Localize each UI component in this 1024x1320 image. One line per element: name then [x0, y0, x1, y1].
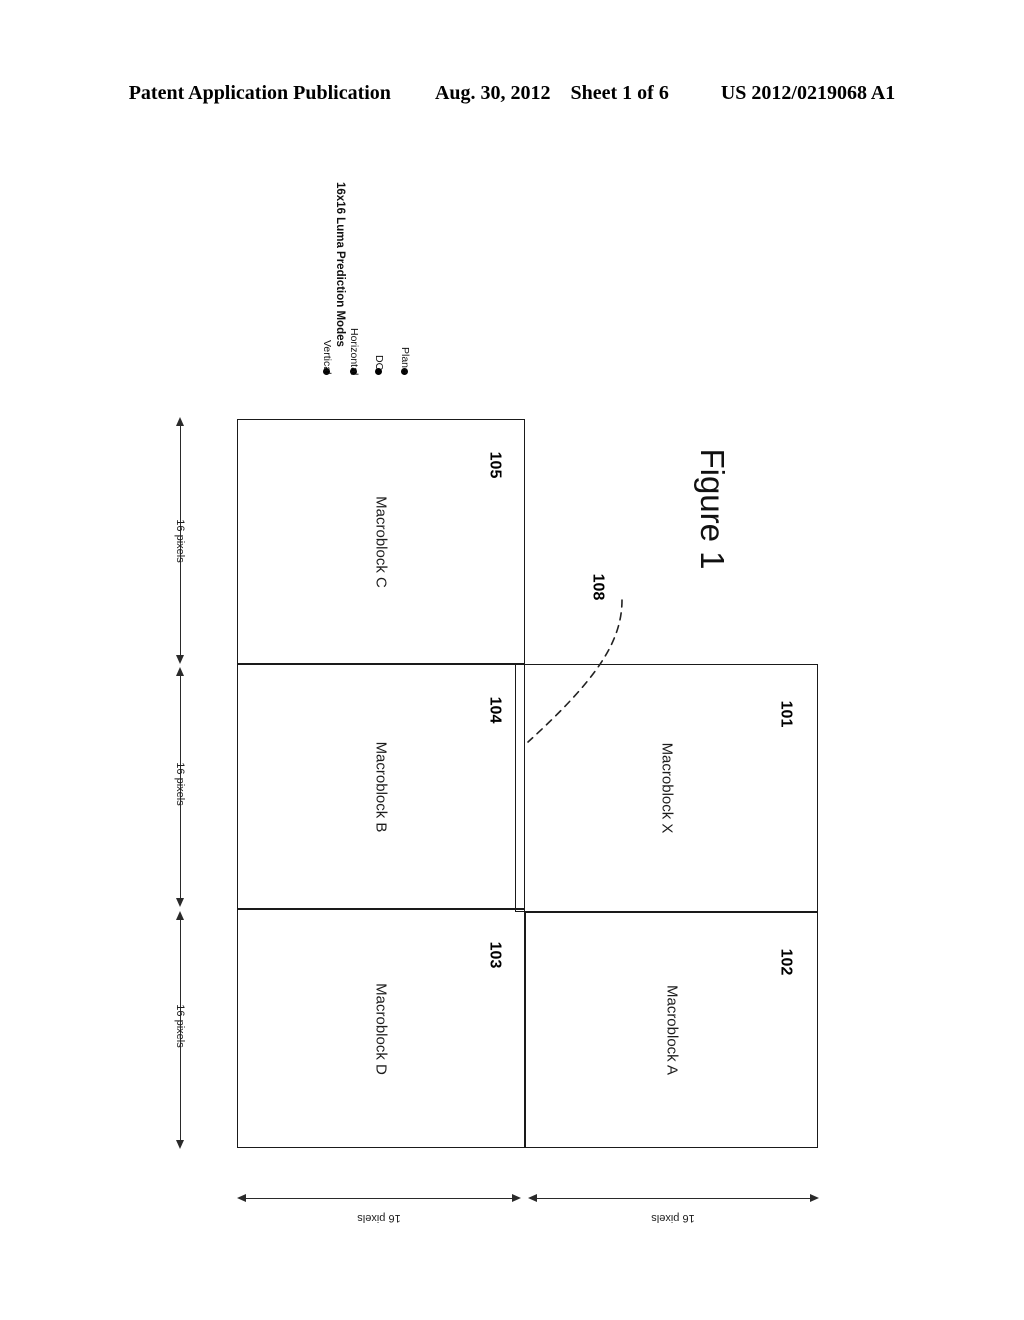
dimension-arrowhead: [175, 1140, 184, 1149]
dimension-arrowhead: [175, 667, 184, 676]
dimension-arrowhead: [528, 1193, 537, 1202]
macroblock-reference-number: 103: [486, 941, 504, 969]
dimension-arrowhead: [175, 898, 184, 907]
figure-caption: Figure 1: [694, 448, 731, 570]
dimension-arrowhead: [175, 911, 184, 920]
figure-drawing-area: 16x16 Luma Prediction Modes Vertical Hor…: [0, 0, 1024, 1320]
macroblock-b-box: Macroblock B 104: [237, 664, 525, 909]
macroblock-reference-number: 105: [486, 451, 504, 479]
dimension-arrowhead: [175, 417, 184, 426]
macroblock-c-box: Macroblock C 105: [237, 419, 525, 664]
macroblock-label: Macroblock B: [372, 741, 390, 832]
legend-item-label: Vertical: [321, 340, 333, 375]
macroblock-label: Macroblock C: [372, 495, 390, 588]
dimension-label: 16 pixels: [174, 1004, 186, 1048]
legend-item-label: Horizontal: [348, 328, 360, 376]
dimension-label: 16 pixels: [357, 1212, 401, 1224]
dimension-label: 16 pixels: [651, 1212, 695, 1224]
dimension-arrowhead: [810, 1193, 819, 1202]
legend-item-label: Plane: [399, 347, 411, 374]
callout-108-leader-line: [527, 599, 623, 743]
macroblock-a-box: Macroblock A 102: [525, 912, 818, 1148]
dimension-label: 16 pixels: [174, 519, 186, 563]
macroblock-label: Macroblock A: [663, 984, 680, 1076]
dimension-line-horizontal-1: [245, 1198, 513, 1199]
macroblock-reference-number: 102: [777, 948, 795, 976]
macroblock-label: Macroblock D: [372, 982, 390, 1075]
legend-item-label: DC: [373, 355, 385, 371]
legend-title: 16x16 Luma Prediction Modes: [334, 182, 346, 347]
dimension-arrowhead: [512, 1193, 521, 1202]
macroblock-label: Macroblock X: [658, 742, 675, 834]
dimension-label: 16 pixels: [174, 762, 186, 806]
dimension-line-horizontal-2: [536, 1198, 811, 1199]
callout-108-reference-number: 108: [589, 573, 607, 601]
dimension-arrowhead: [237, 1193, 246, 1202]
legend-prediction-modes: 16x16 Luma Prediction Modes Vertical Hor…: [296, 182, 426, 386]
dimension-arrowhead: [175, 655, 184, 664]
macroblock-reference-number: 101: [777, 700, 795, 728]
macroblock-d-box: Macroblock D 103: [237, 909, 525, 1148]
